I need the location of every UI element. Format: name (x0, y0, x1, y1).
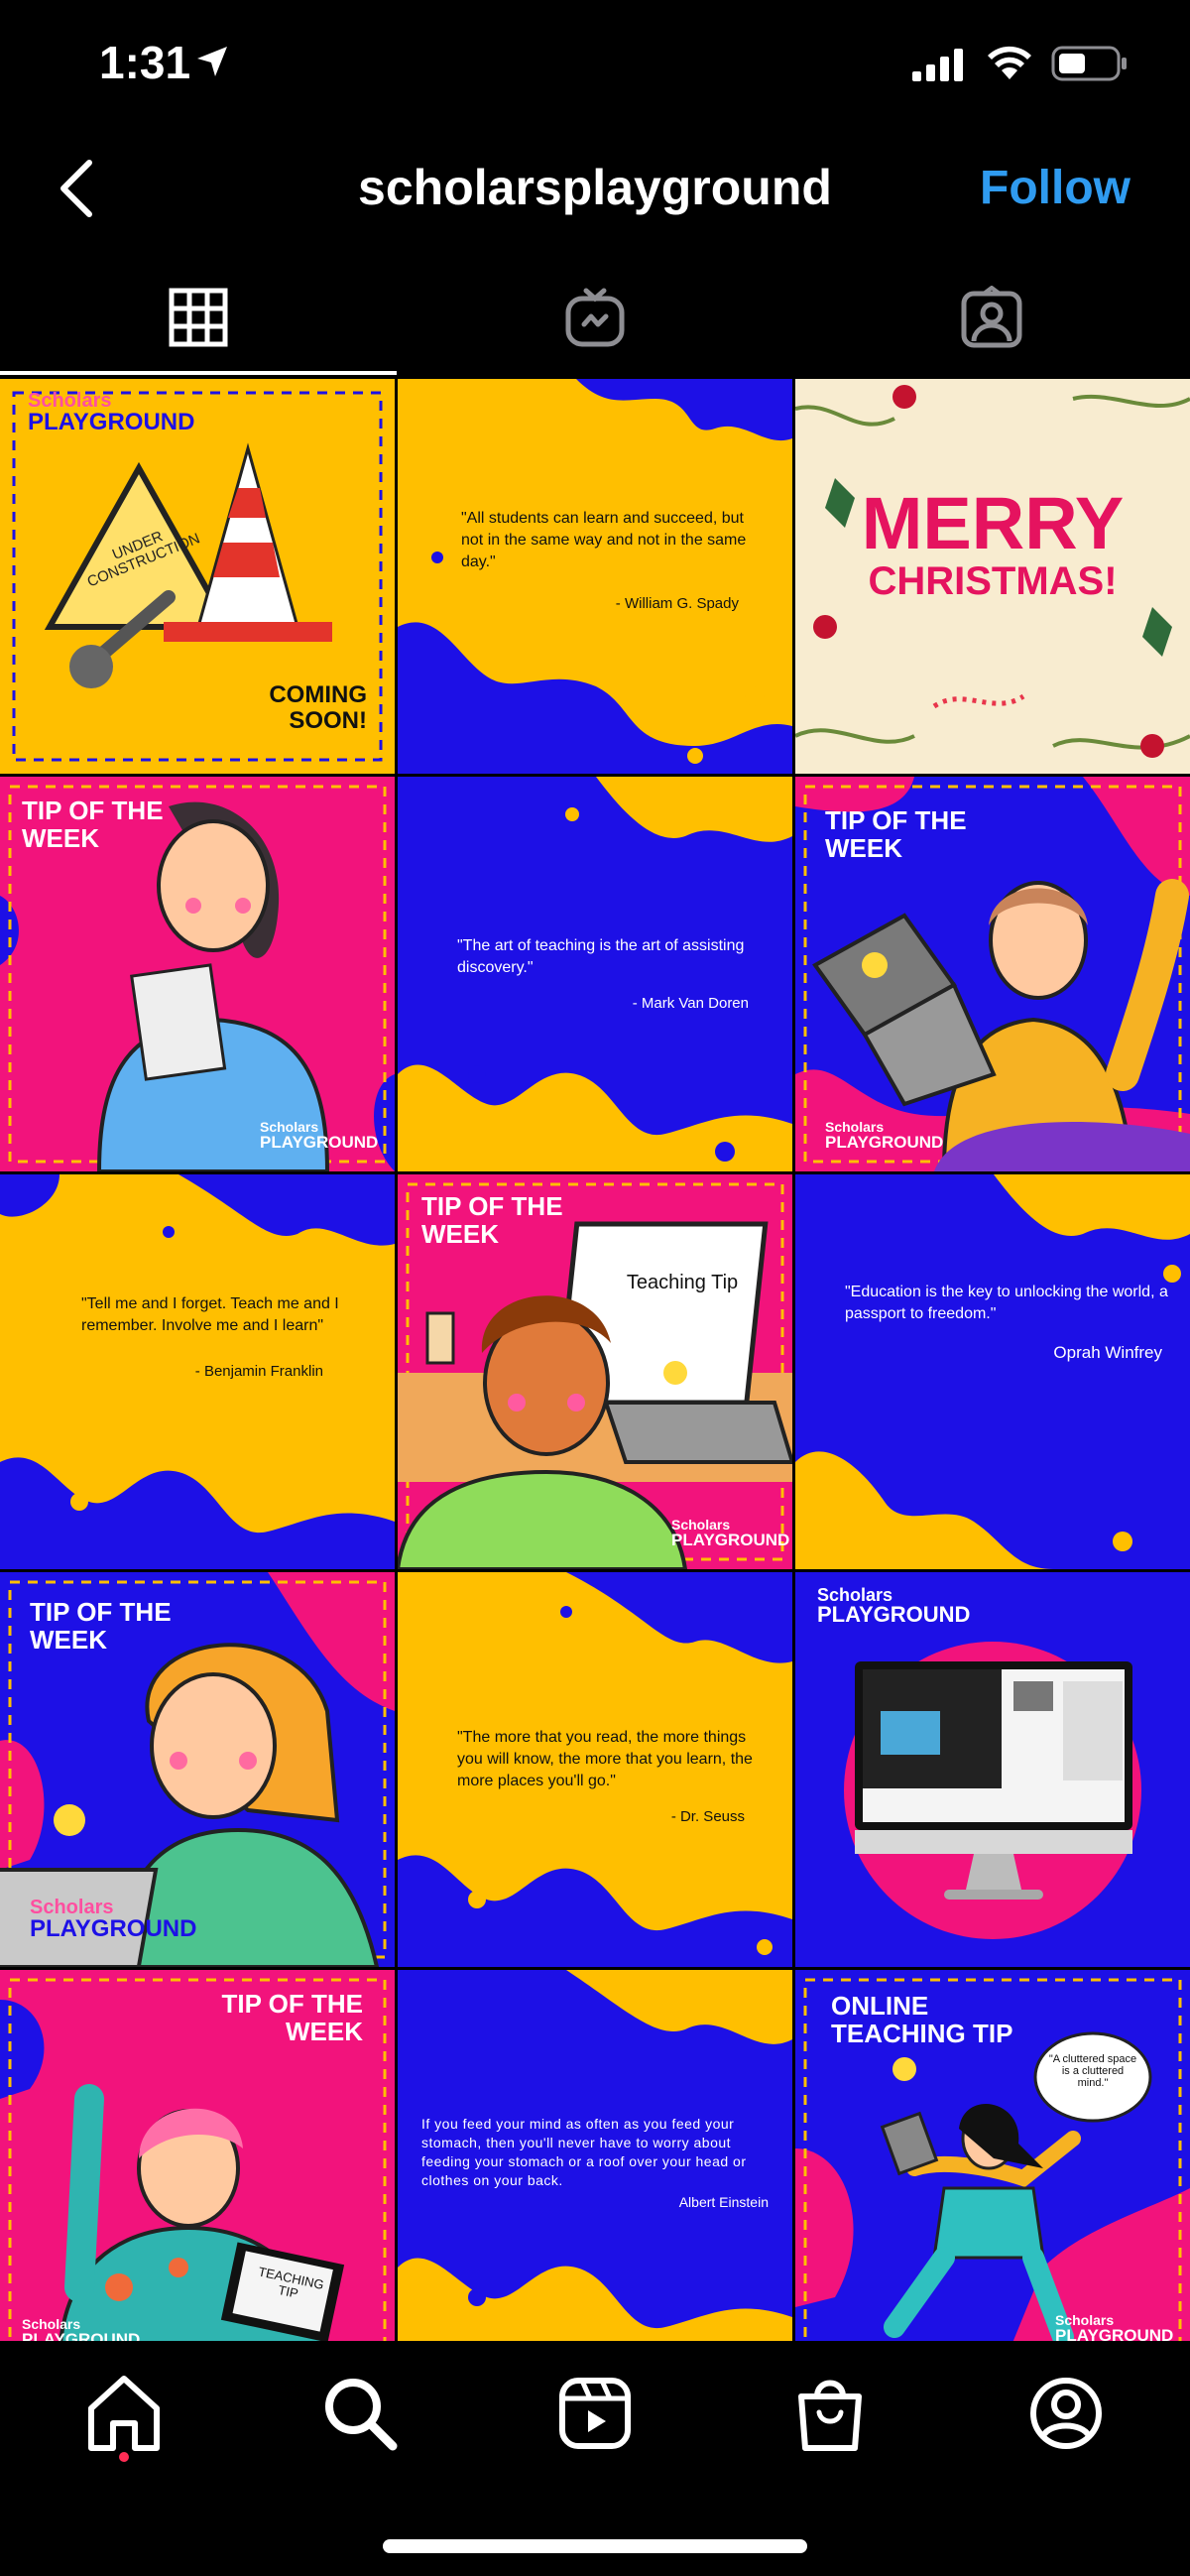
laptop-screen-text: Teaching Tip (626, 1272, 739, 1293)
brand-playground: PLAYGROUND (260, 1133, 379, 1152)
quote-author: - Benjamin Franklin (194, 1363, 323, 1380)
status-time: 1:31 (99, 37, 191, 88)
quote-text: "Tell me and I forget. Teach me and I re… (81, 1295, 339, 1334)
follow-button[interactable]: Follow (980, 161, 1130, 215)
coming-soon-caption: COMING SOON! (269, 681, 367, 734)
quote-text: If you feed your mind as often as you fe… (421, 2116, 747, 2188)
location-arrow-icon (197, 47, 227, 76)
tip-title: ONLINE TEACHING TIP (831, 1991, 1013, 2048)
post-tip-of-week-3[interactable]: TIP OF THE WEEK Teaching Tip Scholars PL… (398, 1174, 792, 1569)
post-online-class[interactable]: Scholars PLAYGROUND (795, 1572, 1190, 1967)
brand-scholars: Scholars (1055, 2312, 1115, 2328)
brand-playground: PLAYGROUND (817, 1602, 971, 1627)
quote-author: Oprah Winfrey (1053, 1343, 1162, 1362)
brand-scholars: Scholars (825, 1119, 885, 1135)
brand-playground: PLAYGROUND (30, 1915, 197, 1942)
blob-background (398, 379, 792, 774)
tab-igtv[interactable] (397, 258, 793, 377)
post-grid: Scholars PLAYGROUND UNDER CONSTRUCTION C… (0, 379, 1190, 2365)
tip-title: TIP OF THE WEEK (221, 1989, 363, 2046)
post-tip-of-week-2[interactable]: TIP OF THE WEEK Scholars PLAYGROUND (795, 777, 1190, 1171)
post-quote-einstein[interactable]: If you feed your mind as often as you fe… (398, 1970, 792, 2365)
post-tip-of-week-4[interactable]: TIP OF THE WEEK Scholars PLAYGROUND (0, 1572, 395, 1967)
brand-playground: PLAYGROUND (28, 409, 195, 435)
search-icon[interactable] (315, 2369, 405, 2458)
tip-title: TIP OF THE WEEK (22, 796, 164, 853)
wifi-icon (988, 46, 1031, 79)
brand-scholars: Scholars (671, 1517, 731, 1533)
quote-author: - William G. Spady (615, 595, 739, 612)
bottom-tab-bar (0, 2341, 1190, 2576)
monitor-illustration (795, 1572, 1190, 1967)
post-quote-spady[interactable]: "All students can learn and succeed, but… (398, 379, 792, 774)
post-coming-soon[interactable]: Scholars PLAYGROUND UNDER CONSTRUCTION C… (0, 379, 395, 774)
brand-scholars: Scholars (30, 1897, 114, 1918)
tab-grid[interactable] (0, 258, 397, 377)
grid-icon (169, 288, 228, 347)
quote-text: "The more that you read, the more things… (457, 1729, 753, 1789)
quote-author: - Mark Van Doren (632, 995, 749, 1012)
home-active-dot (119, 2452, 129, 2462)
christmas-line1: MERRY (861, 482, 1125, 564)
cellular-signal-icon (912, 49, 963, 81)
tab-tagged[interactable] (793, 258, 1190, 377)
post-online-teaching-tip[interactable]: ONLINE TEACHING TIP "A cluttered space i… (795, 1970, 1190, 2365)
profile-tabs (0, 258, 1190, 377)
brand-scholars: Scholars (22, 2316, 81, 2332)
post-quote-winfrey[interactable]: "Education is the key to unlocking the w… (795, 1174, 1190, 1569)
status-bar: 1:31 (0, 0, 1190, 129)
profile-icon[interactable] (1021, 2369, 1111, 2458)
post-quote-van-doren[interactable]: "The art of teaching is the art of assis… (398, 777, 792, 1171)
quote-text: "The art of teaching is the art of assis… (457, 937, 745, 976)
home-icon[interactable] (79, 2369, 169, 2458)
tagged-icon (961, 286, 1022, 348)
tip-title: TIP OF THE WEEK (825, 805, 967, 863)
post-tip-of-week-5[interactable]: TIP OF THE WEEK TEACHING TIP Scholars PL… (0, 1970, 395, 2365)
christmas-line2: CHRISTMAS! (868, 559, 1118, 603)
quote-author: Albert Einstein (678, 2194, 769, 2210)
post-tip-of-week-1[interactable]: TIP OF THE WEEK Scholars PLAYGROUND (0, 777, 395, 1171)
home-indicator (383, 2539, 807, 2553)
post-quote-seuss[interactable]: "The more that you read, the more things… (398, 1572, 792, 1967)
brand-playground: PLAYGROUND (825, 1133, 944, 1152)
quote-author: - Dr. Seuss (670, 1808, 745, 1825)
post-merry-christmas[interactable]: MERRY CHRISTMAS! (795, 379, 1190, 774)
reels-icon[interactable] (550, 2369, 640, 2458)
active-tab-indicator (0, 371, 397, 375)
post-quote-franklin[interactable]: "Tell me and I forget. Teach me and I re… (0, 1174, 395, 1569)
battery-icon (1051, 46, 1127, 81)
quote-text: "Education is the key to unlocking the w… (845, 1284, 1168, 1322)
brand-scholars: Scholars (28, 390, 112, 412)
quote-text: "All students can learn and succeed, but… (461, 510, 747, 570)
brand-playground: PLAYGROUND (671, 1531, 790, 1549)
blob-background (795, 1174, 1190, 1569)
profile-header: scholarsplayground Follow (0, 129, 1190, 248)
tip-title: TIP OF THE WEEK (30, 1597, 172, 1655)
speech-bubble-text: "A cluttered space is a cluttered mind." (1048, 2053, 1137, 2089)
brand-scholars: Scholars (260, 1119, 319, 1135)
shop-icon[interactable] (785, 2369, 875, 2458)
tip-title: TIP OF THE WEEK (421, 1191, 563, 1249)
igtv-icon (565, 288, 625, 347)
